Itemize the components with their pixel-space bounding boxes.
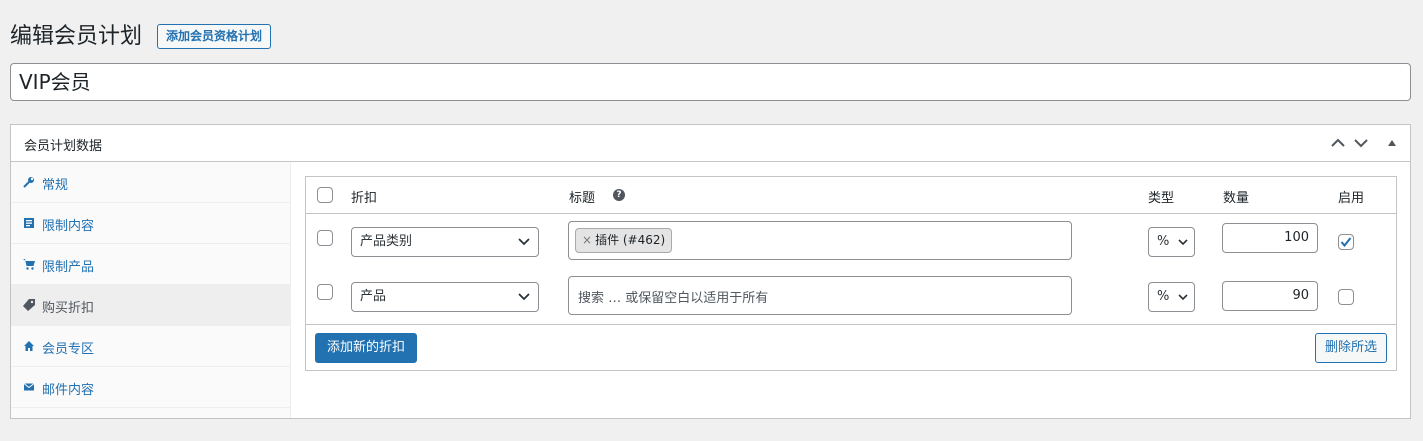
- table-footer: 添加新的折扣 删除所选: [306, 324, 1396, 370]
- wrench-icon: [22, 175, 36, 189]
- search-placeholder: 搜索 … 或保留空白以适用于所有: [578, 291, 769, 306]
- plan-title-input[interactable]: VIP会员: [10, 63, 1411, 101]
- select-all-checkbox[interactable]: [317, 187, 333, 203]
- unit-select[interactable]: %: [1148, 282, 1195, 312]
- sidebar-item-label: 邮件内容: [42, 383, 95, 398]
- delete-selected-button[interactable]: 删除所选: [1314, 333, 1387, 363]
- email-icon: [22, 380, 36, 394]
- document-icon: [22, 216, 36, 230]
- discount-type-value: 产品类别: [360, 234, 413, 249]
- add-discount-button[interactable]: 添加新的折扣: [315, 333, 418, 363]
- amount-input[interactable]: 100: [1222, 223, 1318, 253]
- cart-icon: [22, 257, 36, 271]
- tag-chip: × 插件 (#462): [575, 228, 673, 253]
- help-icon[interactable]: ?: [613, 189, 625, 201]
- row-checkbox[interactable]: [317, 230, 333, 246]
- sidebar-item-general[interactable]: 常规: [11, 162, 290, 203]
- enabled-checkbox[interactable]: [1338, 289, 1354, 305]
- title-search-input[interactable]: 搜索 … 或保留空白以适用于所有: [568, 276, 1072, 315]
- chevron-down-icon: [1178, 283, 1188, 311]
- amount-input[interactable]: 90: [1222, 281, 1318, 311]
- sidebar-item-restrict-content[interactable]: 限制内容: [11, 203, 290, 244]
- column-discount: 折扣: [351, 191, 378, 206]
- column-type: 类型: [1148, 191, 1175, 206]
- table-header: 折扣 标题 ? 类型 数量 启用: [306, 177, 1396, 214]
- sidebar-item-label: 购买折扣: [42, 301, 95, 316]
- unit-value: %: [1157, 234, 1170, 249]
- sidebar-item-purchase-discounts[interactable]: 购买折扣: [11, 285, 290, 326]
- metabox-header: 会员计划数据: [11, 125, 1410, 162]
- sidebar-item-label: 限制产品: [42, 260, 95, 275]
- row-checkbox[interactable]: [317, 284, 333, 300]
- discount-type-select[interactable]: 产品: [351, 282, 539, 312]
- chevron-down-icon: [518, 228, 530, 256]
- title-tag-input[interactable]: × 插件 (#462): [568, 221, 1072, 260]
- sidebar: 常规 限制内容 限制产品 购买折扣 会员专区 邮件内容: [11, 162, 291, 418]
- page-title: 编辑会员计划: [10, 24, 143, 49]
- chevron-down-icon: [518, 283, 530, 311]
- unit-select[interactable]: %: [1148, 227, 1195, 257]
- add-membership-plan-button[interactable]: 添加会员资格计划: [157, 24, 272, 49]
- tag-icon: [22, 298, 36, 312]
- move-down-icon[interactable]: [1350, 132, 1372, 154]
- toggle-panel-icon[interactable]: [1381, 132, 1403, 154]
- column-enabled: 启用: [1338, 191, 1365, 206]
- sidebar-item-members-area[interactable]: 会员专区: [11, 326, 290, 367]
- sidebar-item-restrict-products[interactable]: 限制产品: [11, 244, 290, 285]
- tag-label: 插件 (#462): [595, 233, 666, 247]
- home-icon: [22, 339, 36, 353]
- sidebar-item-email-content[interactable]: 邮件内容: [11, 367, 290, 408]
- column-amount: 数量: [1223, 191, 1250, 206]
- column-title: 标题: [569, 191, 596, 206]
- discount-type-value: 产品: [360, 289, 387, 304]
- metabox-title: 会员计划数据: [24, 139, 103, 154]
- unit-value: %: [1157, 289, 1170, 304]
- discount-type-select[interactable]: 产品类别: [351, 227, 539, 257]
- enabled-checkbox[interactable]: [1338, 234, 1354, 250]
- chevron-down-icon: [1178, 228, 1188, 256]
- sidebar-item-label: 会员专区: [42, 342, 95, 357]
- remove-tag-icon[interactable]: ×: [582, 233, 592, 247]
- membership-plan-data-metabox: 会员计划数据 常规 限制内容 限制产品 购买折扣 会员专区 邮件内容 折扣 标题…: [10, 124, 1411, 419]
- sidebar-item-label: 限制内容: [42, 219, 95, 234]
- discounts-table: 折扣 标题 ? 类型 数量 启用 产品类别 × 插件 (#462) % 100 …: [305, 176, 1397, 371]
- sidebar-item-label: 常规: [42, 178, 69, 193]
- move-up-icon[interactable]: [1327, 132, 1349, 154]
